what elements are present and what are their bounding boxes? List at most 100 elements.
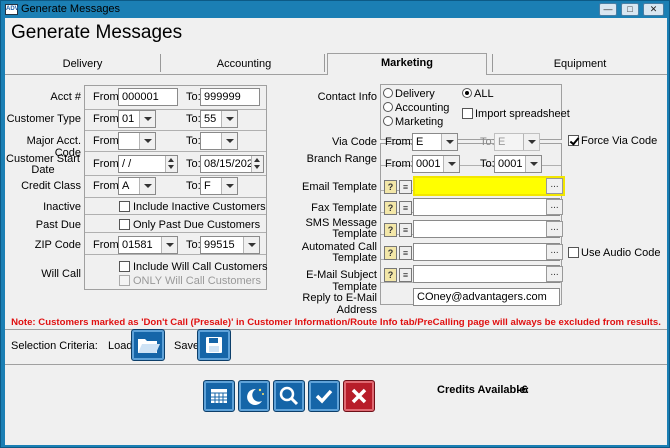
- grid-view-button[interactable]: [203, 380, 235, 412]
- branch-from-select[interactable]: 0001: [412, 155, 460, 173]
- tab-accounting[interactable]: Accounting: [164, 54, 324, 74]
- selection-criteria-label: Selection Criteria:: [11, 340, 98, 352]
- auto-call-template-label: Automated Call Template: [301, 241, 377, 264]
- email-subject-template-input[interactable]: [413, 265, 560, 283]
- credits-label: Credits Available:: [437, 384, 530, 396]
- maximize-icon[interactable]: □: [621, 3, 639, 16]
- branch-to-label: To:: [480, 158, 495, 170]
- search-button[interactable]: [273, 380, 305, 412]
- template-edit-icon[interactable]: ≡: [399, 201, 412, 215]
- section-divider: [5, 364, 667, 365]
- credits-value: -6: [518, 384, 528, 396]
- chevron-down-icon[interactable]: [221, 111, 237, 127]
- tab-equipment[interactable]: Equipment: [493, 54, 667, 74]
- zip-from-value: 01581: [122, 239, 153, 251]
- via-from-select[interactable]: E: [412, 133, 458, 151]
- force-via-code-checkbox[interactable]: [568, 135, 579, 146]
- fax-template-browse-button[interactable]: ...: [546, 199, 563, 215]
- contact-accounting-radio[interactable]: [383, 102, 393, 112]
- fax-template-input[interactable]: [413, 198, 560, 216]
- zip-from-select[interactable]: 01581: [118, 236, 178, 254]
- start-date-label: Customer Start Date: [6, 153, 80, 176]
- chevron-down-icon[interactable]: [139, 133, 155, 149]
- chevron-down-icon[interactable]: [443, 156, 459, 172]
- contact-all-radio[interactable]: [462, 88, 472, 98]
- email-subject-template-browse-button[interactable]: ...: [546, 266, 563, 282]
- start-date-from-input[interactable]: / /: [118, 155, 178, 173]
- customer-type-from-select[interactable]: 01: [118, 110, 156, 128]
- chevron-down-icon[interactable]: [139, 111, 155, 127]
- credit-class-to-label: To:: [186, 180, 201, 192]
- template-help-icon[interactable]: ?: [384, 223, 397, 237]
- schedule-night-button[interactable]: [238, 380, 270, 412]
- template-help-icon[interactable]: ?: [384, 268, 397, 282]
- tab-marketing[interactable]: Marketing: [327, 53, 487, 73]
- reply-to-input[interactable]: COney@advantagers.com: [413, 288, 560, 306]
- zip-to-select[interactable]: 99515: [200, 236, 260, 254]
- only-will-call-checkbox[interactable]: [119, 275, 130, 286]
- credit-class-to-select[interactable]: F: [200, 177, 238, 195]
- chevron-down-icon[interactable]: [161, 237, 177, 253]
- email-template-input[interactable]: [413, 176, 565, 196]
- chevron-down-icon[interactable]: [243, 237, 259, 253]
- template-edit-icon[interactable]: ≡: [399, 180, 412, 194]
- cancel-button[interactable]: [343, 380, 375, 412]
- contact-all-label: ALL: [474, 88, 494, 100]
- window-title: Generate Messages: [21, 3, 121, 15]
- major-acct-from-select[interactable]: [118, 132, 156, 150]
- chevron-down-icon[interactable]: [523, 134, 539, 150]
- via-from-value: E: [416, 136, 424, 148]
- auto-call-template-browse-button[interactable]: ...: [546, 244, 563, 260]
- load-folder-icon[interactable]: [131, 329, 165, 361]
- will-call-label: Will Call: [41, 268, 81, 280]
- sms-template-label: SMS Message Template: [305, 217, 377, 240]
- include-will-call-checkbox[interactable]: [119, 261, 130, 272]
- sms-template-browse-button[interactable]: ...: [546, 221, 563, 237]
- spinner-icon[interactable]: [251, 156, 263, 172]
- customer-type-to-value: 55: [204, 113, 217, 125]
- email-subject-template-label: E-Mail Subject Template: [306, 269, 377, 293]
- load-label: Load: [108, 340, 133, 352]
- branch-to-select[interactable]: 0001: [494, 155, 542, 173]
- template-help-icon[interactable]: ?: [384, 246, 397, 260]
- chevron-down-icon[interactable]: [441, 134, 457, 150]
- chevron-down-icon[interactable]: [525, 156, 541, 172]
- acct-from-input[interactable]: 000001: [118, 88, 178, 106]
- title-bar[interactable]: ADV Generate Messages — □ ✕: [1, 1, 669, 18]
- sms-template-input[interactable]: [413, 220, 560, 238]
- via-to-select[interactable]: E: [494, 133, 540, 151]
- tab-delivery[interactable]: Delivery: [5, 54, 160, 74]
- template-edit-icon[interactable]: ≡: [399, 246, 412, 260]
- only-past-due-checkbox[interactable]: [119, 219, 130, 230]
- minimize-icon[interactable]: —: [599, 3, 617, 16]
- save-disk-icon[interactable]: [197, 329, 231, 361]
- acct-to-input[interactable]: 999999: [200, 88, 260, 106]
- row-divider: [85, 130, 266, 131]
- import-spreadsheet-checkbox[interactable]: [462, 108, 473, 119]
- contact-marketing-label: Marketing: [395, 116, 444, 128]
- template-edit-icon[interactable]: ≡: [399, 223, 412, 237]
- template-help-icon[interactable]: ?: [384, 180, 397, 194]
- close-window-icon[interactable]: ✕: [643, 3, 664, 16]
- use-audio-code-checkbox[interactable]: [568, 247, 579, 258]
- checkmark-icon: [315, 389, 333, 404]
- major-acct-to-select[interactable]: [200, 132, 238, 150]
- include-inactive-checkbox[interactable]: [119, 201, 130, 212]
- email-template-browse-button[interactable]: ...: [546, 178, 563, 194]
- auto-call-template-input[interactable]: [413, 243, 560, 261]
- contact-marketing-radio[interactable]: [383, 116, 393, 126]
- contact-delivery-radio[interactable]: [383, 88, 393, 98]
- customer-type-to-select[interactable]: 55: [200, 110, 238, 128]
- chevron-down-icon[interactable]: [221, 133, 237, 149]
- spinner-icon[interactable]: [165, 156, 177, 172]
- credit-class-from-select[interactable]: A: [118, 177, 156, 195]
- start-date-from-value: / /: [122, 158, 132, 170]
- start-date-to-input[interactable]: 08/15/2025: [200, 155, 264, 173]
- chevron-down-icon[interactable]: [221, 178, 237, 194]
- chevron-down-icon[interactable]: [139, 178, 155, 194]
- template-edit-icon[interactable]: ≡: [399, 268, 412, 282]
- row-divider: [85, 232, 266, 233]
- floppy-icon: [206, 337, 222, 353]
- template-help-icon[interactable]: ?: [384, 201, 397, 215]
- ok-button[interactable]: [308, 380, 340, 412]
